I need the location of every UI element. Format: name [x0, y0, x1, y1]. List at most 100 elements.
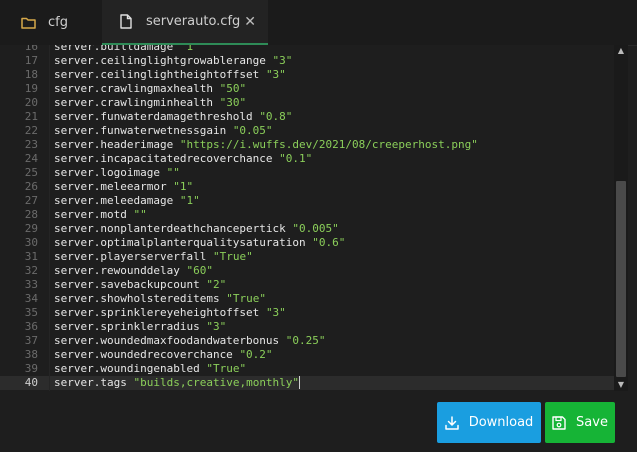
line-number: 38 [24, 348, 38, 361]
code-line: 26 server.meleearmor "1" [0, 180, 628, 194]
config-value: "1" [179, 194, 200, 207]
config-key: server.woundedmaxfoodandwaterbonus [54, 334, 280, 347]
line-number: 20 [24, 96, 38, 109]
config-key: server.builtdamage [54, 45, 174, 53]
code-editor[interactable]: 16 server.builtdamage "1" 17 server.ceiling… [0, 45, 628, 391]
line-number: 34 [24, 292, 38, 305]
config-value: "1" [179, 45, 200, 53]
code-line: 25 server.logoimage "" [0, 166, 628, 180]
config-key: server.showholstereditems [54, 292, 220, 305]
config-key: server.rewounddelay [54, 264, 180, 277]
save-button[interactable]: Save [545, 402, 615, 443]
config-value: "True" [226, 292, 266, 305]
line-code: server.ceilinglightheightoffset "3" [54, 68, 286, 82]
code-line: 18 server.ceilinglightheightoffset "3" [0, 68, 628, 82]
code-line: 32 server.rewounddelay "60" [0, 264, 628, 278]
line-number: 40 [24, 376, 38, 389]
config-value: "0.05" [232, 124, 273, 137]
config-value: "30" [219, 96, 247, 109]
line-code: server.sprinklerradius "3" [54, 320, 226, 334]
config-value: "3" [265, 306, 286, 319]
download-label: Download [468, 415, 534, 430]
line-code: server.ceilinglightgrowablerange "3" [54, 54, 292, 68]
config-value: "0.1" [279, 152, 313, 165]
code-line: 20 server.crawlingminhealth "30" [0, 96, 628, 110]
download-button[interactable]: Download [437, 402, 541, 443]
code-line: 36 server.sprinklerradius "3" [0, 320, 628, 334]
line-number: 19 [24, 82, 38, 95]
tab-serverauto-cfg[interactable]: serverauto.cfg ✕ [102, 0, 268, 45]
line-code: server.funwaterwetnessgain "0.05" [54, 124, 273, 138]
code-line: 38 server.woundedrecoverchance "0.2" [0, 348, 628, 362]
code-line: 30 server.optimalplanterqualitysaturation… [0, 236, 628, 250]
config-value: "0.6" [312, 236, 346, 249]
config-key: server.funwaterwetnessgain [54, 124, 227, 137]
config-value: "0.8" [259, 110, 293, 123]
line-code: server.woundedrecoverchance "0.2" [54, 348, 273, 362]
line-code: server.meleearmor "1" [54, 180, 193, 194]
line-code: server.tags "builds,creative,monthly" [54, 376, 301, 390]
config-key: server.ceilinglightheightoffset [54, 68, 260, 81]
config-value: "0.2" [239, 348, 273, 361]
code-line: 39 server.woundingenabled "True" [0, 362, 628, 376]
scroll-up-icon[interactable]: ▲ [614, 45, 628, 57]
config-key: server.sprinklerradius [54, 320, 200, 333]
line-code: server.woundedmaxfoodandwaterbonus "0.25… [54, 334, 326, 348]
tab-bar: cfg serverauto.cfg ✕ [0, 0, 637, 46]
code-line: 22 server.funwaterwetnessgain "0.05" [0, 124, 628, 138]
line-number: 29 [24, 222, 38, 235]
scroll-down-icon[interactable]: ▼ [614, 379, 628, 391]
code-line: 28 server.motd "" [0, 208, 628, 222]
line-code: server.woundingenabled "True" [54, 362, 246, 376]
code-line: 19 server.crawlingmaxhealth "50" [0, 82, 628, 96]
config-value: "builds,creative,monthly" [133, 376, 300, 389]
scrollbar-thumb[interactable] [616, 181, 626, 377]
code-line: 23 server.headerimage "https://i.wuffs.de… [0, 138, 628, 152]
config-value: "" [166, 166, 180, 179]
config-key: server.incapacitatedrecoverchance [54, 152, 273, 165]
line-number: 21 [24, 110, 38, 123]
line-number: 33 [24, 278, 38, 291]
config-key: server.optimalplanterqualitysaturation [54, 236, 306, 249]
line-code: server.playerserverfall "True" [54, 250, 253, 264]
line-code: server.motd "" [54, 208, 147, 222]
config-key: server.crawlingmaxhealth [54, 82, 213, 95]
code-line: 34 server.showholstereditems "True" [0, 292, 628, 306]
code-line: 16 server.builtdamage "1" [0, 45, 628, 54]
line-number: 32 [24, 264, 38, 277]
config-key: server.sprinklereyeheightoffset [54, 306, 260, 319]
line-number: 25 [24, 166, 38, 179]
config-key: server.motd [54, 208, 127, 221]
editor-scrollbar[interactable]: ▲ ▼ [614, 45, 628, 391]
config-key: server.ceilinglightgrowablerange [54, 54, 266, 67]
config-value: "" [133, 208, 147, 221]
code-line: 27 server.meleedamage "1" [0, 194, 628, 208]
config-key: server.woundedrecoverchance [54, 348, 233, 361]
config-key: server.meleedamage [54, 194, 174, 207]
tab-cfg[interactable]: cfg [0, 0, 102, 45]
line-number: 37 [24, 334, 38, 347]
gutter-divider [49, 45, 50, 391]
config-key: server.crawlingminhealth [54, 96, 213, 109]
config-value: "3" [265, 68, 286, 81]
config-value: "3" [206, 320, 227, 333]
config-value: "True" [206, 362, 247, 375]
config-value: "1" [173, 180, 194, 193]
file-icon [120, 14, 132, 29]
line-code: server.logoimage "" [54, 166, 180, 180]
line-code: server.rewounddelay "60" [54, 264, 213, 278]
close-icon[interactable]: ✕ [244, 14, 256, 30]
code-line: 33 server.savebackupcount "2" [0, 278, 628, 292]
download-icon [444, 415, 459, 430]
line-number: 18 [24, 68, 38, 81]
config-key: server.playerserverfall [54, 250, 207, 263]
text-cursor [299, 376, 301, 389]
code-line: 24 server.incapacitatedrecoverchance "0.1… [0, 152, 628, 166]
line-code: server.crawlingmaxhealth "50" [54, 82, 246, 96]
code-line: 35 server.sprinklereyeheightoffset "3" [0, 306, 628, 320]
code-line: 21 server.funwaterdamagethreshold "0.8" [0, 110, 628, 124]
line-number: 28 [24, 208, 38, 221]
code-line: 29 server.nonplanterdeathchancepertick "0… [0, 222, 628, 236]
line-number: 31 [24, 250, 38, 263]
config-value: "0.005" [292, 222, 339, 235]
